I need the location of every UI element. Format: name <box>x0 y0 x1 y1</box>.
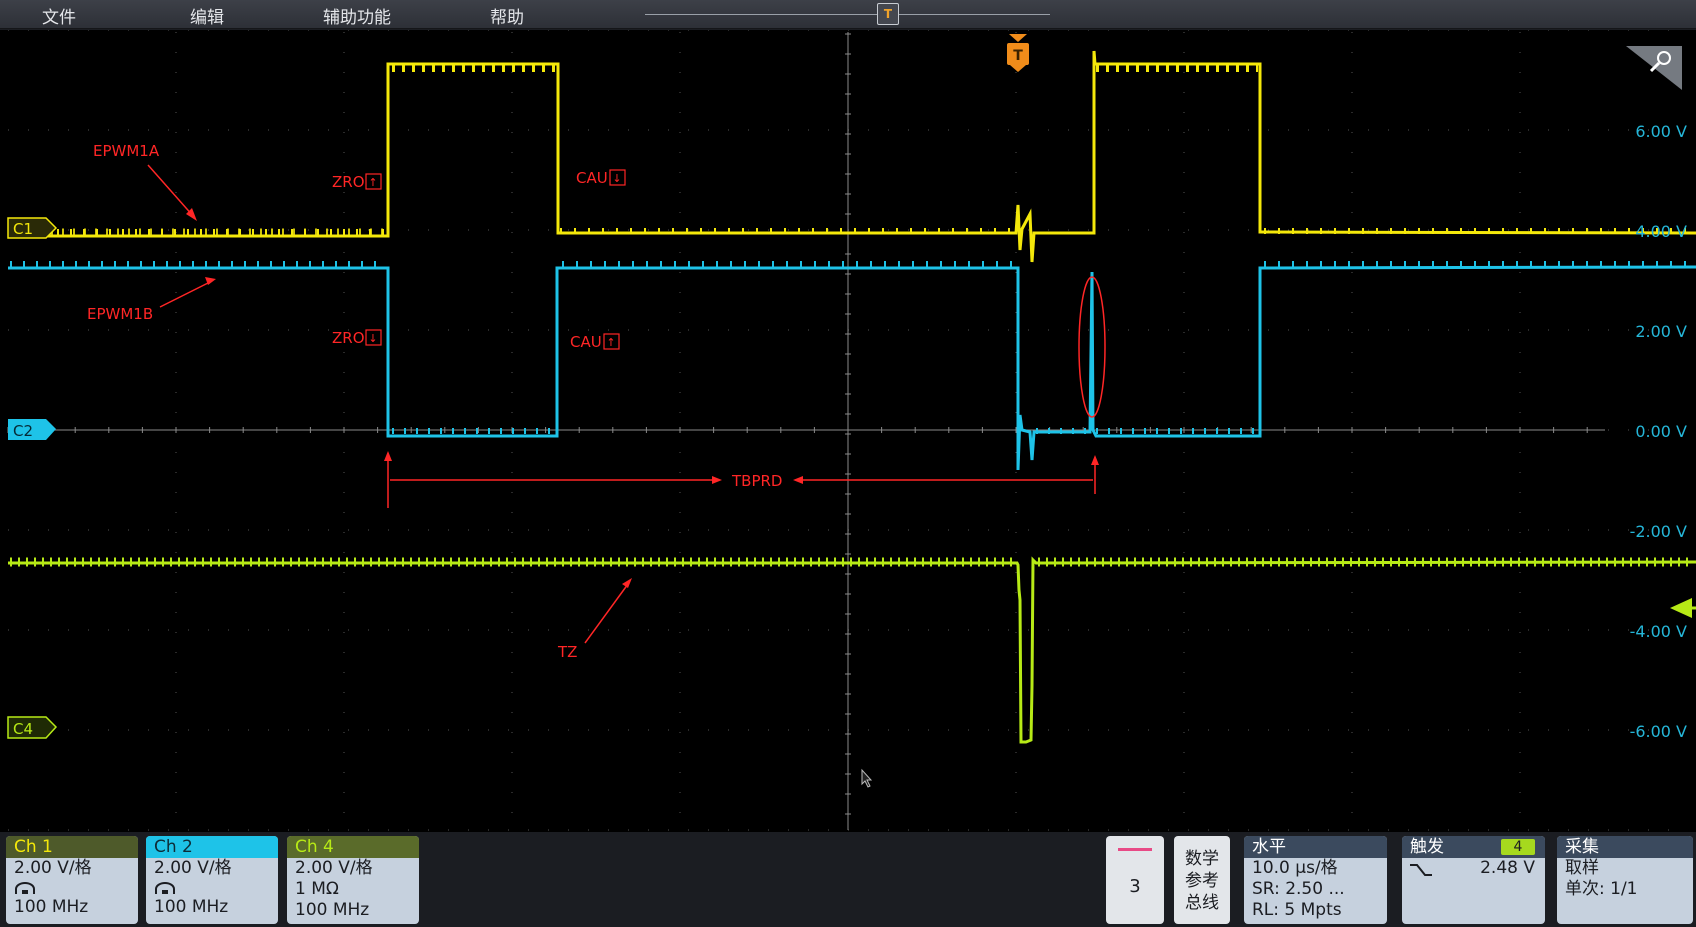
ch1-badge-title: Ch 1 <box>6 836 138 858</box>
ch2-bandwidth: 100 MHz <box>154 897 229 917</box>
horizontal-panel[interactable]: 水平 10.0 μs/格 SR: 2.50 ... RL: 5 Mpts <box>1244 836 1387 924</box>
menu-accessibility[interactable]: 辅助功能 <box>323 3 391 28</box>
ch2-waveform <box>8 261 1696 471</box>
ch1-probe-icon <box>6 881 138 896</box>
ch2-probe-icon <box>146 881 278 896</box>
annotation-tbprd: TBPRD <box>731 472 782 490</box>
annotation-cau-down: CAU <box>576 169 608 187</box>
trigger-title: 触发 4 <box>1402 836 1545 858</box>
ch4-marker-label: C4 <box>13 720 33 738</box>
record-length: RL: 5 Mpts <box>1252 900 1342 920</box>
ch2-volts-per-div: 2.00 V/格 <box>154 858 232 878</box>
ch4-bandwidth: 100 MHz <box>295 900 370 920</box>
voltage-label: -4.00 V <box>1630 622 1687 641</box>
math-label: 数学 <box>1185 849 1219 869</box>
ch4-trace <box>8 556 1696 744</box>
voltage-label: 0.00 V <box>1635 422 1687 441</box>
cau-up-arrow-icon: ↑ <box>606 336 615 349</box>
add-channel-indicator <box>1118 848 1152 851</box>
horizontal-title: 水平 <box>1244 836 1387 858</box>
acquisition-panel[interactable]: 采集 取样 单次: 1/1 <box>1557 836 1693 924</box>
ch4-waveform <box>8 556 1696 744</box>
cau-down-arrow-icon: ↓ <box>612 172 621 185</box>
horizontal-scale: 10.0 μs/格 <box>1252 858 1338 878</box>
ch2-trace <box>8 265 1696 471</box>
ch1-bandwidth: 100 MHz <box>14 897 89 917</box>
voltage-label: 4.00 V <box>1635 222 1687 241</box>
graticule <box>7 30 1688 831</box>
add-channel-label: 3 <box>1129 876 1141 897</box>
annotations: EPWM1A EPWM1B ZRO ↑ ZRO ↓ CAU ↓ CAU ↑ TB… <box>87 142 1106 661</box>
trigger-source-badge: 4 <box>1501 839 1535 855</box>
add-channel-button[interactable]: 3 <box>1106 836 1164 924</box>
menu-file[interactable]: 文件 <box>42 3 76 28</box>
ch4-badge[interactable]: Ch 4 2.00 V/格 1 MΩ 100 MHz <box>287 836 419 924</box>
record-trigger-marker[interactable]: T <box>877 3 899 25</box>
voltage-label: 6.00 V <box>1635 122 1687 141</box>
acquisition-title: 采集 <box>1557 836 1693 858</box>
trigger-position-label: T <box>1013 48 1023 64</box>
menu-help[interactable]: 帮助 <box>490 3 524 28</box>
ch4-impedance: 1 MΩ <box>295 879 339 899</box>
bottom-control-bar: Ch 1 2.00 V/格 100 MHz Ch 2 2.00 V/格 100 … <box>0 832 1696 927</box>
ch1-marker-label: C1 <box>13 220 33 238</box>
zro-up-arrow-icon: ↑ <box>368 176 377 189</box>
waveform-screen[interactable]: C1 C2 C4 6.00 V 4.00 V 2.00 V 0.00 V -2.… <box>0 30 1696 832</box>
ch4-marker[interactable]: C4 <box>7 716 58 739</box>
bus-label: 总线 <box>1185 893 1219 913</box>
trigger-panel[interactable]: 触发 4 2.48 V <box>1402 836 1545 924</box>
falling-edge-icon <box>1410 864 1432 876</box>
ch1-waveform <box>8 50 1696 263</box>
trigger-level: 2.48 V <box>1480 858 1535 878</box>
menu-edit[interactable]: 编辑 <box>190 3 224 28</box>
ch1-volts-per-div: 2.00 V/格 <box>14 858 92 878</box>
zoom-icon[interactable] <box>1626 46 1682 90</box>
annotation-tz: TZ <box>557 643 577 661</box>
ch2-badge-title: Ch 2 <box>146 836 278 858</box>
ch1-badge[interactable]: Ch 1 2.00 V/格 100 MHz <box>6 836 138 924</box>
mouse-cursor-icon <box>861 768 873 788</box>
annotation-epwm1b: EPWM1B <box>87 305 153 323</box>
annotation-epwm1a: EPWM1A <box>93 142 160 160</box>
voltage-label: -6.00 V <box>1630 722 1687 741</box>
record-view-line <box>645 14 1050 15</box>
annotation-zro-down: ZRO <box>332 329 365 347</box>
acquisition-mode: 取样 <box>1565 858 1599 878</box>
ch4-volts-per-div: 2.00 V/格 <box>295 858 373 878</box>
math-ref-bus-button[interactable]: 数学 参考 总线 <box>1174 836 1230 924</box>
acquisition-count: 单次: 1/1 <box>1565 879 1638 899</box>
trigger-position-marker[interactable]: T <box>1007 34 1029 72</box>
trigger-title-text: 触发 <box>1410 837 1444 857</box>
ch4-badge-title: Ch 4 <box>287 836 419 858</box>
sample-rate: SR: 2.50 ... <box>1252 879 1345 899</box>
menu-bar: 文件 编辑 辅助功能 帮助 T <box>0 0 1696 29</box>
waveform-canvas: C1 C2 C4 6.00 V 4.00 V 2.00 V 0.00 V -2.… <box>7 30 1696 831</box>
ch2-badge[interactable]: Ch 2 2.00 V/格 100 MHz <box>146 836 278 924</box>
annotation-zro-up: ZRO <box>332 173 365 191</box>
ch1-marker[interactable]: C1 <box>7 217 58 239</box>
ch2-marker-label: C2 <box>13 422 33 440</box>
annotation-cau-up: CAU <box>570 333 602 351</box>
zro-down-arrow-icon: ↓ <box>368 332 377 345</box>
ch2-marker[interactable]: C2 <box>8 419 56 440</box>
voltage-scale: 6.00 V 4.00 V 2.00 V 0.00 V -2.00 V -4.0… <box>1630 122 1687 741</box>
reference-label: 参考 <box>1185 871 1219 891</box>
voltage-label: 2.00 V <box>1635 322 1687 341</box>
voltage-label: -2.00 V <box>1630 522 1687 541</box>
